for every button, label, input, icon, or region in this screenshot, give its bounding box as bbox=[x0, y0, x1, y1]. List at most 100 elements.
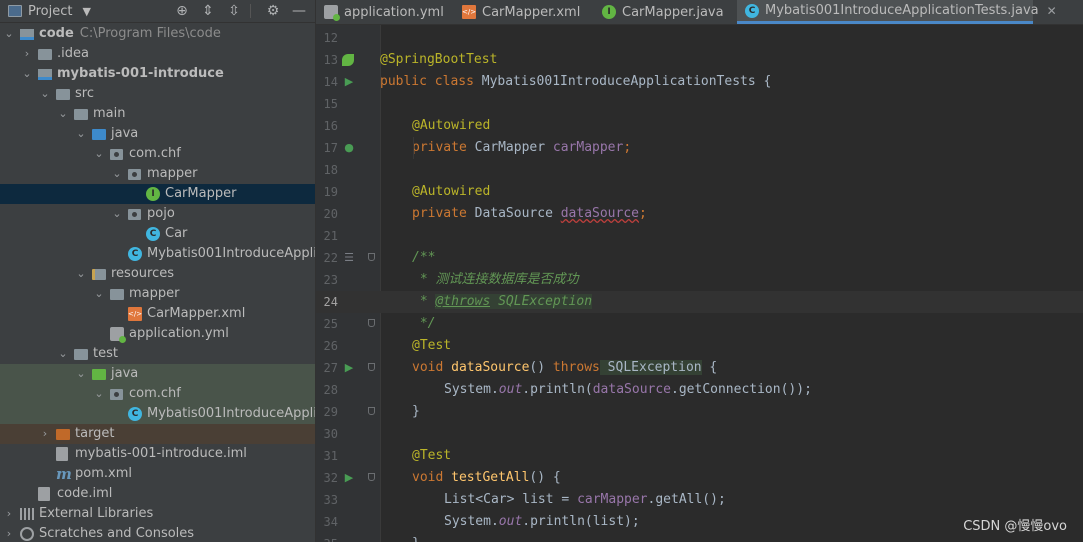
tree-item-mapper-folder[interactable]: ⌄ mapper bbox=[0, 284, 315, 304]
tree-item-external-libraries[interactable]: › External Libraries bbox=[0, 504, 315, 524]
tab-label: application.yml bbox=[344, 4, 444, 20]
fold-icon[interactable] bbox=[368, 473, 375, 481]
run-test-icon[interactable]: ▶ bbox=[342, 471, 356, 485]
chevron-right-icon[interactable]: › bbox=[20, 44, 34, 64]
autowired-bean-icon[interactable]: ● bbox=[342, 141, 356, 155]
chevron-down-icon[interactable]: ⌄ bbox=[92, 284, 106, 304]
project-view-selector[interactable]: Project ▼ bbox=[8, 3, 91, 19]
locate-file-icon[interactable]: ⊕ bbox=[172, 2, 192, 20]
line-number: 19 bbox=[323, 185, 338, 199]
tree-item-idea[interactable]: › .idea bbox=[0, 44, 315, 64]
tree-item-label: Mybatis001IntroduceApplicat bbox=[147, 246, 315, 261]
line-number: 25 bbox=[323, 317, 338, 331]
fold-icon[interactable] bbox=[368, 363, 375, 371]
collapse-all-icon[interactable]: ⇳ bbox=[224, 2, 244, 20]
code-line: 16 @Autowired bbox=[316, 115, 1083, 137]
xml-file-icon: </> bbox=[128, 307, 142, 321]
keyword: throws bbox=[552, 360, 600, 375]
tree-item-scratches[interactable]: › Scratches and Consoles bbox=[0, 524, 315, 542]
tree-item-module-iml[interactable]: mybatis-001-introduce.iml bbox=[0, 444, 315, 464]
tab-carmapper-java[interactable]: I CarMapper.java bbox=[594, 0, 736, 24]
annotation: @Autowired bbox=[412, 184, 491, 199]
doc-comment: /** bbox=[412, 250, 436, 265]
line-number: 33 bbox=[323, 493, 338, 507]
close-icon[interactable]: ✕ bbox=[1047, 4, 1057, 18]
package-icon bbox=[128, 209, 141, 220]
tree-item-test[interactable]: ⌄ test bbox=[0, 344, 315, 364]
code-line: 29 } bbox=[316, 401, 1083, 423]
fold-icon[interactable] bbox=[368, 253, 375, 261]
chevron-right-icon[interactable]: › bbox=[2, 524, 16, 542]
gear-icon[interactable]: ⚙ bbox=[263, 2, 283, 20]
hide-icon[interactable]: — bbox=[289, 2, 309, 20]
line-number: 29 bbox=[323, 405, 338, 419]
tab-application-tests[interactable]: C Mybatis001IntroduceApplicationTests.ja… bbox=[737, 0, 1057, 24]
chevron-down-icon[interactable]: ⌄ bbox=[20, 64, 34, 84]
chevron-down-icon[interactable]: ⌄ bbox=[74, 264, 88, 284]
excluded-folder-icon bbox=[56, 429, 70, 440]
spring-bean-icon[interactable] bbox=[342, 54, 354, 66]
package-icon bbox=[128, 169, 141, 180]
tree-item-car[interactable]: C Car bbox=[0, 224, 315, 244]
tree-item-package[interactable]: ⌄ com.chf bbox=[0, 144, 315, 164]
tree-item-pojo-package[interactable]: ⌄ pojo bbox=[0, 204, 315, 224]
annotation: @Autowired bbox=[412, 118, 491, 133]
project-toolbar: ⊕ ⇕ ⇳ ⚙ — bbox=[166, 2, 309, 20]
toolbar-divider bbox=[250, 4, 251, 18]
chevron-down-icon[interactable]: ⌄ bbox=[74, 124, 88, 144]
tree-item-test-class[interactable]: C Mybatis001IntroduceApplicat bbox=[0, 404, 315, 424]
chevron-down-icon[interactable]: ⌄ bbox=[2, 24, 16, 44]
code-line: 25 */ bbox=[316, 313, 1083, 335]
tree-item-label: com.chf bbox=[129, 386, 181, 401]
tree-item-code[interactable]: ⌄ code C:\Program Files\code bbox=[0, 24, 315, 44]
chevron-down-icon[interactable]: ⌄ bbox=[56, 344, 70, 364]
line-number: 20 bbox=[323, 207, 338, 221]
tree-item-application-class[interactable]: C Mybatis001IntroduceApplicat bbox=[0, 244, 315, 264]
tab-carmapper-xml[interactable]: </> CarMapper.xml bbox=[454, 0, 592, 24]
semicolon: ; bbox=[639, 206, 647, 221]
run-test-icon[interactable]: ▶ bbox=[342, 75, 356, 89]
code-text: .println(list); bbox=[522, 514, 640, 529]
tree-item-mapper-package[interactable]: ⌄ mapper bbox=[0, 164, 315, 184]
tree-item-pom[interactable]: m pom.xml bbox=[0, 464, 315, 484]
chevron-down-icon[interactable]: ⌄ bbox=[110, 204, 124, 224]
tree-item-test-package[interactable]: ⌄ com.chf bbox=[0, 384, 315, 404]
chevron-down-icon[interactable]: ⌄ bbox=[38, 84, 52, 104]
tree-item-src[interactable]: ⌄ src bbox=[0, 84, 315, 104]
run-test-icon[interactable]: ▶ bbox=[342, 361, 356, 375]
spring-boot-class-icon: C bbox=[128, 407, 142, 421]
tree-item-resources[interactable]: ⌄ resources bbox=[0, 264, 315, 284]
static-field: out bbox=[498, 382, 523, 397]
chevron-down-icon[interactable]: ⌄ bbox=[74, 364, 88, 384]
doc-comment: * bbox=[412, 294, 436, 309]
tree-item-target[interactable]: › target bbox=[0, 424, 315, 444]
fold-icon[interactable] bbox=[368, 407, 375, 415]
tab-label: CarMapper.java bbox=[622, 4, 724, 20]
tree-item-module[interactable]: ⌄ mybatis-001-introduce bbox=[0, 64, 315, 84]
chevron-down-icon[interactable]: ⌄ bbox=[92, 144, 106, 164]
line-number: 26 bbox=[323, 339, 338, 353]
tree-item-code-iml[interactable]: code.iml bbox=[0, 484, 315, 504]
tree-item-main[interactable]: ⌄ main bbox=[0, 104, 315, 124]
expand-all-icon[interactable]: ⇕ bbox=[198, 2, 218, 20]
folder-icon bbox=[74, 109, 88, 120]
chevron-right-icon[interactable]: › bbox=[38, 424, 52, 444]
tree-item-java[interactable]: ⌄ java bbox=[0, 124, 315, 144]
code-editor[interactable]: 12 13 @SpringBootTest 14 ▶ public class … bbox=[316, 25, 1083, 542]
field-name: dataSource bbox=[592, 382, 672, 397]
chevron-down-icon[interactable]: ⌄ bbox=[92, 384, 106, 404]
test-folder-icon bbox=[92, 369, 106, 380]
tree-item-application-yml[interactable]: application.yml bbox=[0, 324, 315, 344]
editor-tab-bar: application.yml </> CarMapper.xml I CarM… bbox=[316, 0, 1083, 25]
chevron-down-icon[interactable]: ⌄ bbox=[56, 104, 70, 124]
fold-icon[interactable] bbox=[368, 319, 375, 327]
module-folder-icon bbox=[38, 69, 52, 80]
tab-application-yml[interactable]: application.yml bbox=[316, 0, 451, 24]
chevron-right-icon[interactable]: › bbox=[2, 504, 16, 524]
tree-item-carmapper-xml[interactable]: </> CarMapper.xml bbox=[0, 304, 315, 324]
tree-item-test-java[interactable]: ⌄ java bbox=[0, 364, 315, 384]
code-line: 33 List<Car> list = carMapper.getAll(); bbox=[316, 489, 1083, 511]
chevron-down-icon[interactable]: ⌄ bbox=[110, 164, 124, 184]
render-doc-icon[interactable]: ☰ bbox=[342, 251, 356, 265]
tree-item-carmapper[interactable]: I CarMapper bbox=[0, 184, 315, 204]
